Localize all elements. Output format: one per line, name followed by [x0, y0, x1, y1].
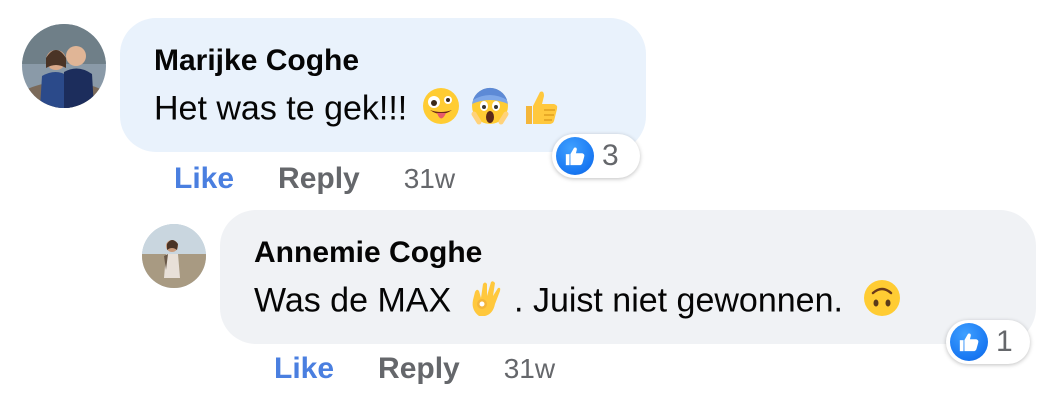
zany-face-icon: [421, 86, 461, 135]
avatar-annemie[interactable]: [142, 224, 206, 288]
comment-text: Het was te gek!!!: [154, 86, 560, 135]
screaming-face-icon: [470, 86, 510, 135]
comment-timestamp[interactable]: 31w: [504, 353, 555, 385]
like-button[interactable]: Like: [174, 162, 234, 196]
upside-down-face-icon: [862, 278, 902, 327]
comment-body-end: . Juist niet gewonnen.: [514, 281, 843, 320]
reaction-summary[interactable]: 1: [946, 320, 1030, 364]
comment-actions: Like Reply 31w: [174, 162, 455, 196]
thumbs-up-icon: [520, 86, 560, 135]
reply-button[interactable]: Reply: [378, 352, 460, 386]
comment-author[interactable]: Annemie Coghe: [254, 236, 482, 270]
comment-timestamp[interactable]: 31w: [404, 163, 455, 195]
reaction-count: 3: [602, 139, 619, 172]
reaction-count: 1: [996, 325, 1013, 358]
comment-text: Was de MAX . Juist niet gewonnen.: [254, 278, 902, 327]
reaction-summary[interactable]: 3: [552, 134, 640, 178]
comment-author[interactable]: Marijke Coghe: [154, 44, 359, 78]
like-button[interactable]: Like: [274, 352, 334, 386]
comment-body-start: Was de MAX: [254, 281, 452, 320]
comment-actions: Like Reply 31w: [274, 352, 555, 386]
reply-button[interactable]: Reply: [278, 162, 360, 196]
ok-hand-icon: [465, 278, 505, 327]
comment-body: Het was te gek!!!: [154, 89, 408, 128]
like-reaction-icon: [556, 137, 594, 175]
avatar-marijke[interactable]: [22, 24, 106, 108]
like-reaction-icon: [950, 323, 988, 361]
